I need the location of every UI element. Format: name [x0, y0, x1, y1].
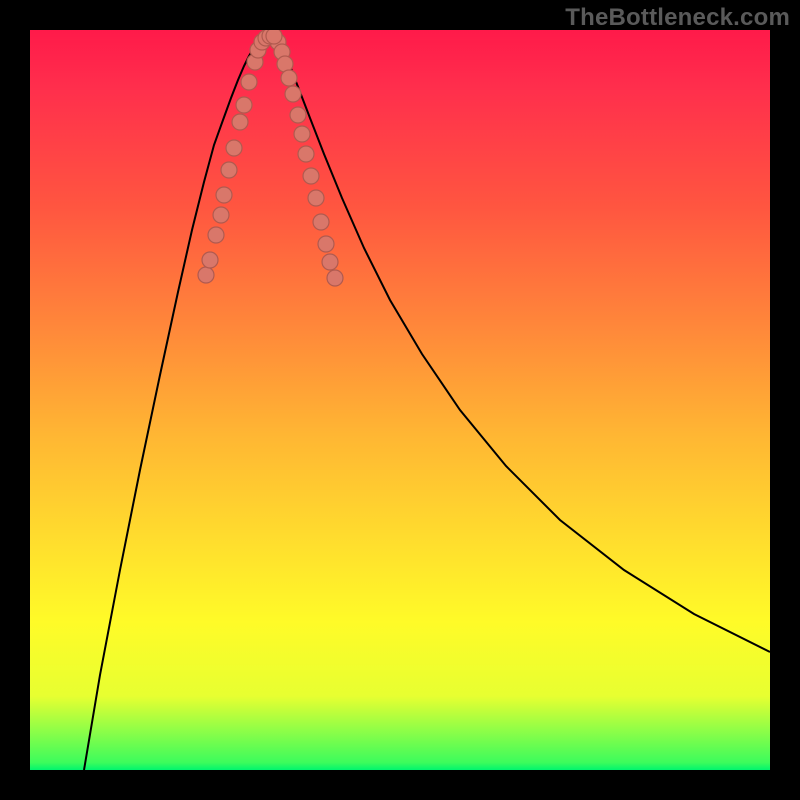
data-marker [290, 107, 306, 123]
data-marker [313, 214, 329, 230]
plot-area [30, 30, 770, 770]
data-marker [322, 254, 338, 270]
data-marker [221, 162, 237, 178]
data-marker [308, 190, 324, 206]
data-marker [241, 74, 257, 90]
data-marker [226, 140, 242, 156]
data-marker [281, 70, 297, 86]
data-marker [285, 86, 301, 102]
data-marker [266, 30, 282, 44]
data-marker [216, 187, 232, 203]
data-marker [198, 267, 214, 283]
marker-group [198, 30, 343, 286]
data-marker [202, 252, 218, 268]
data-marker [318, 236, 334, 252]
curve-right [280, 40, 770, 652]
data-marker [294, 126, 310, 142]
data-marker [232, 114, 248, 130]
data-marker [236, 97, 252, 113]
data-marker [213, 207, 229, 223]
watermark-text: TheBottleneck.com [565, 4, 790, 32]
data-marker [298, 146, 314, 162]
data-marker [303, 168, 319, 184]
data-marker [208, 227, 224, 243]
data-marker [327, 270, 343, 286]
chart-svg [30, 30, 770, 770]
chart-container: TheBottleneck.com [0, 0, 800, 800]
